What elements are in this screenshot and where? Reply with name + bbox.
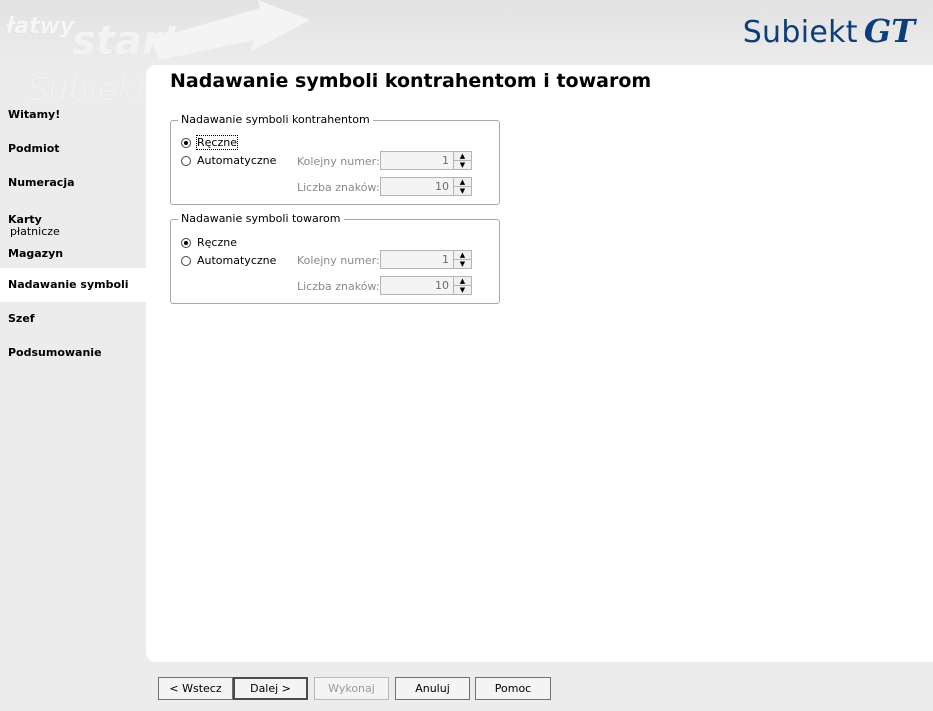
sidebar-item-podsumowanie[interactable]: Podsumowanie (0, 336, 146, 370)
char-count-stepper[interactable]: 10 ▲ ▼ (380, 177, 472, 196)
spin-up-icon[interactable]: ▲ (454, 152, 471, 160)
content-panel: Nadawanie symboli kontrahentom i towarom… (146, 65, 933, 662)
next-number-value[interactable]: 1 (380, 250, 454, 269)
radio-label: Automatyczne (197, 254, 277, 267)
logo-text: Subiekt (742, 15, 858, 50)
cancel-button[interactable]: Anuluj (395, 677, 470, 700)
sidebar-item-label: Nadawanie symboli (8, 278, 129, 291)
next-number-value[interactable]: 1 (380, 151, 454, 170)
radio-auto-contractors[interactable] (181, 155, 191, 166)
wizard-steps-sidebar: Witamy! Podmiot Numeracja Karty płatnicz… (0, 98, 146, 370)
auto-radio-option[interactable]: Automatyczne (181, 154, 276, 167)
sidebar-item-label: Witamy! (8, 108, 61, 121)
next-number-stepper[interactable]: 1 ▲ ▼ (380, 151, 472, 170)
spin-down-icon[interactable]: ▼ (454, 259, 471, 268)
execute-button[interactable]: Wykonaj (314, 677, 389, 700)
spin-down-icon[interactable]: ▼ (454, 160, 471, 169)
next-number-label: Kolejny numer: (297, 155, 380, 168)
product-symbols-group: Nadawanie symboli towarom Ręczne Automat… (170, 212, 500, 304)
radio-label: Ręczne (196, 135, 238, 150)
spin-down-icon[interactable]: ▼ (454, 186, 471, 195)
next-button[interactable]: Dalej > (233, 677, 308, 700)
sidebar-item-label: Podmiot (8, 142, 60, 155)
page-title: Nadawanie symboli kontrahentom i towarom (170, 70, 652, 92)
char-count-value[interactable]: 10 (380, 276, 454, 295)
spin-up-icon[interactable]: ▲ (454, 277, 471, 285)
manual-radio-option[interactable]: Ręczne (181, 236, 237, 249)
char-count-value[interactable]: 10 (380, 177, 454, 196)
sidebar-item-karty-platnicze[interactable]: Karty płatnicze (0, 200, 146, 238)
spin-down-icon[interactable]: ▼ (454, 285, 471, 294)
back-button[interactable]: < Wstecz (158, 677, 233, 700)
manual-radio-option[interactable]: Ręczne (181, 135, 238, 150)
char-count-label: Liczba znaków: (297, 280, 380, 293)
radio-label: Automatyczne (197, 154, 277, 167)
radio-manual-contractors[interactable] (181, 137, 191, 148)
sidebar-item-podmiot[interactable]: Podmiot (0, 132, 146, 166)
radio-auto-products[interactable] (181, 255, 191, 266)
app-logo: Subiekt GT (743, 12, 915, 52)
sidebar-item-numeracja[interactable]: Numeracja (0, 166, 146, 200)
sidebar-item-magazyn[interactable]: Magazyn (0, 234, 146, 268)
sidebar-item-szef[interactable]: Szef (0, 302, 146, 336)
next-number-stepper[interactable]: 1 ▲ ▼ (380, 250, 472, 269)
auto-radio-option[interactable]: Automatyczne (181, 254, 276, 267)
next-number-label: Kolejny numer: (297, 254, 380, 267)
char-count-label: Liczba znaków: (297, 181, 380, 194)
radio-manual-products[interactable] (181, 237, 191, 248)
spin-up-icon[interactable]: ▲ (454, 178, 471, 186)
sidebar-item-witamy[interactable]: Witamy! (0, 98, 146, 132)
logo-suffix: GT (863, 12, 915, 50)
group-title: Nadawanie symboli towarom (178, 212, 344, 225)
sidebar-item-label: Szef (8, 312, 35, 325)
sidebar-item-nadawanie-symboli[interactable]: Nadawanie symboli (0, 268, 146, 302)
radio-label: Ręczne (197, 236, 237, 249)
sidebar-item-label: Magazyn (8, 247, 64, 260)
char-count-stepper[interactable]: 10 ▲ ▼ (380, 276, 472, 295)
swoosh-decoration (150, 0, 310, 60)
group-title: Nadawanie symboli kontrahentom (178, 113, 373, 126)
sidebar-item-label: Podsumowanie (8, 346, 102, 359)
help-button[interactable]: Pomoc (475, 677, 551, 700)
sidebar-item-label: Numeracja (8, 176, 75, 189)
watermark-text: łatwy (6, 14, 75, 39)
contractor-symbols-group: Nadawanie symboli kontrahentom Ręczne Au… (170, 113, 500, 205)
spin-up-icon[interactable]: ▲ (454, 251, 471, 259)
